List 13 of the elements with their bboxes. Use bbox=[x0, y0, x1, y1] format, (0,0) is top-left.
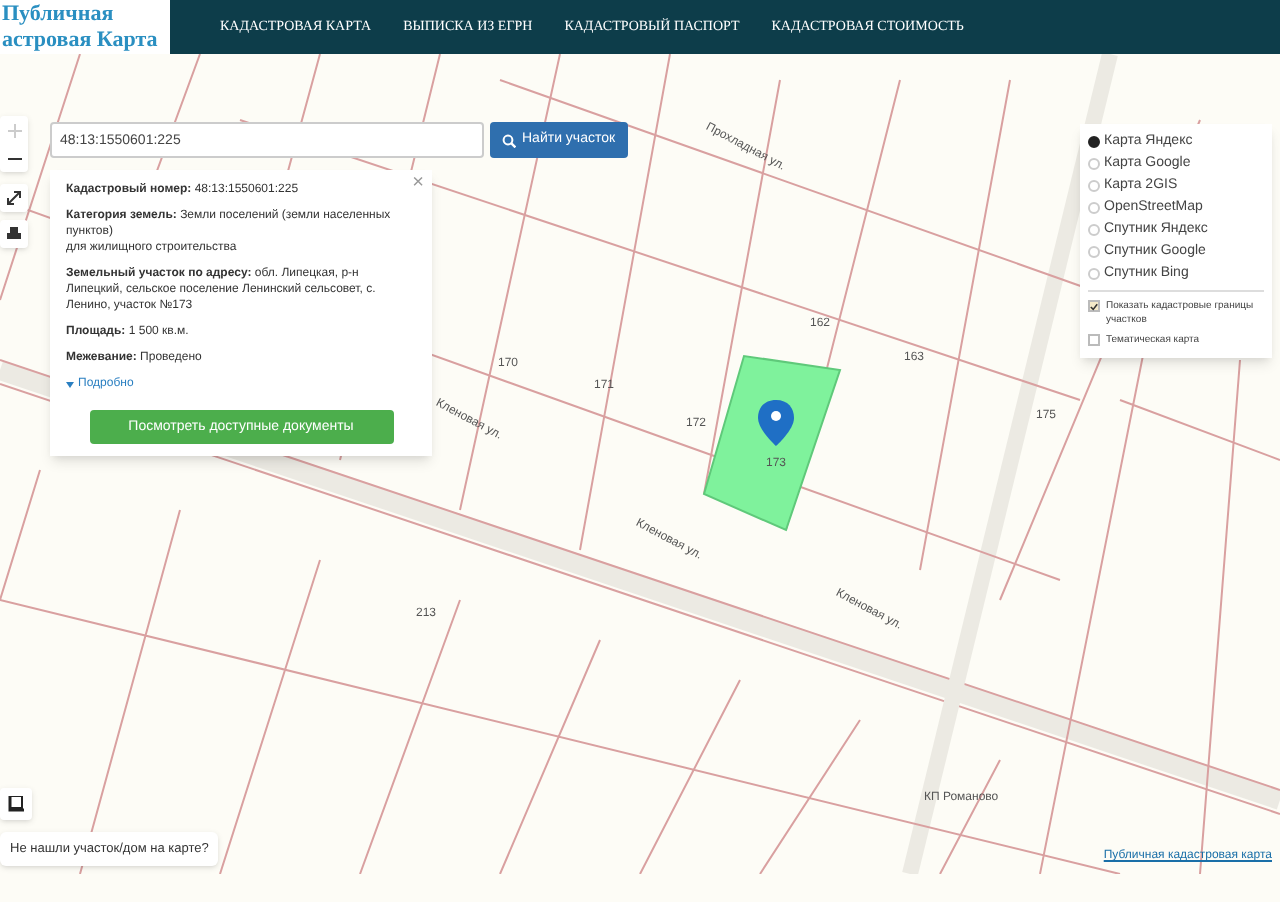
site-logo[interactable]: Публичная астровая Карта bbox=[0, 0, 170, 54]
checkbox[interactable] bbox=[1088, 300, 1100, 312]
print-button[interactable] bbox=[0, 220, 28, 248]
fullscreen-button[interactable] bbox=[0, 184, 28, 212]
square-icon bbox=[8, 796, 24, 812]
layers-toggle-button[interactable] bbox=[0, 788, 32, 820]
map-pin-icon bbox=[758, 400, 794, 446]
expand-icon bbox=[6, 190, 22, 206]
search-icon bbox=[502, 133, 516, 147]
radio-button[interactable] bbox=[1088, 136, 1100, 148]
plus-icon bbox=[7, 123, 21, 137]
print-icon bbox=[6, 226, 22, 242]
checkbox[interactable] bbox=[1088, 334, 1100, 346]
